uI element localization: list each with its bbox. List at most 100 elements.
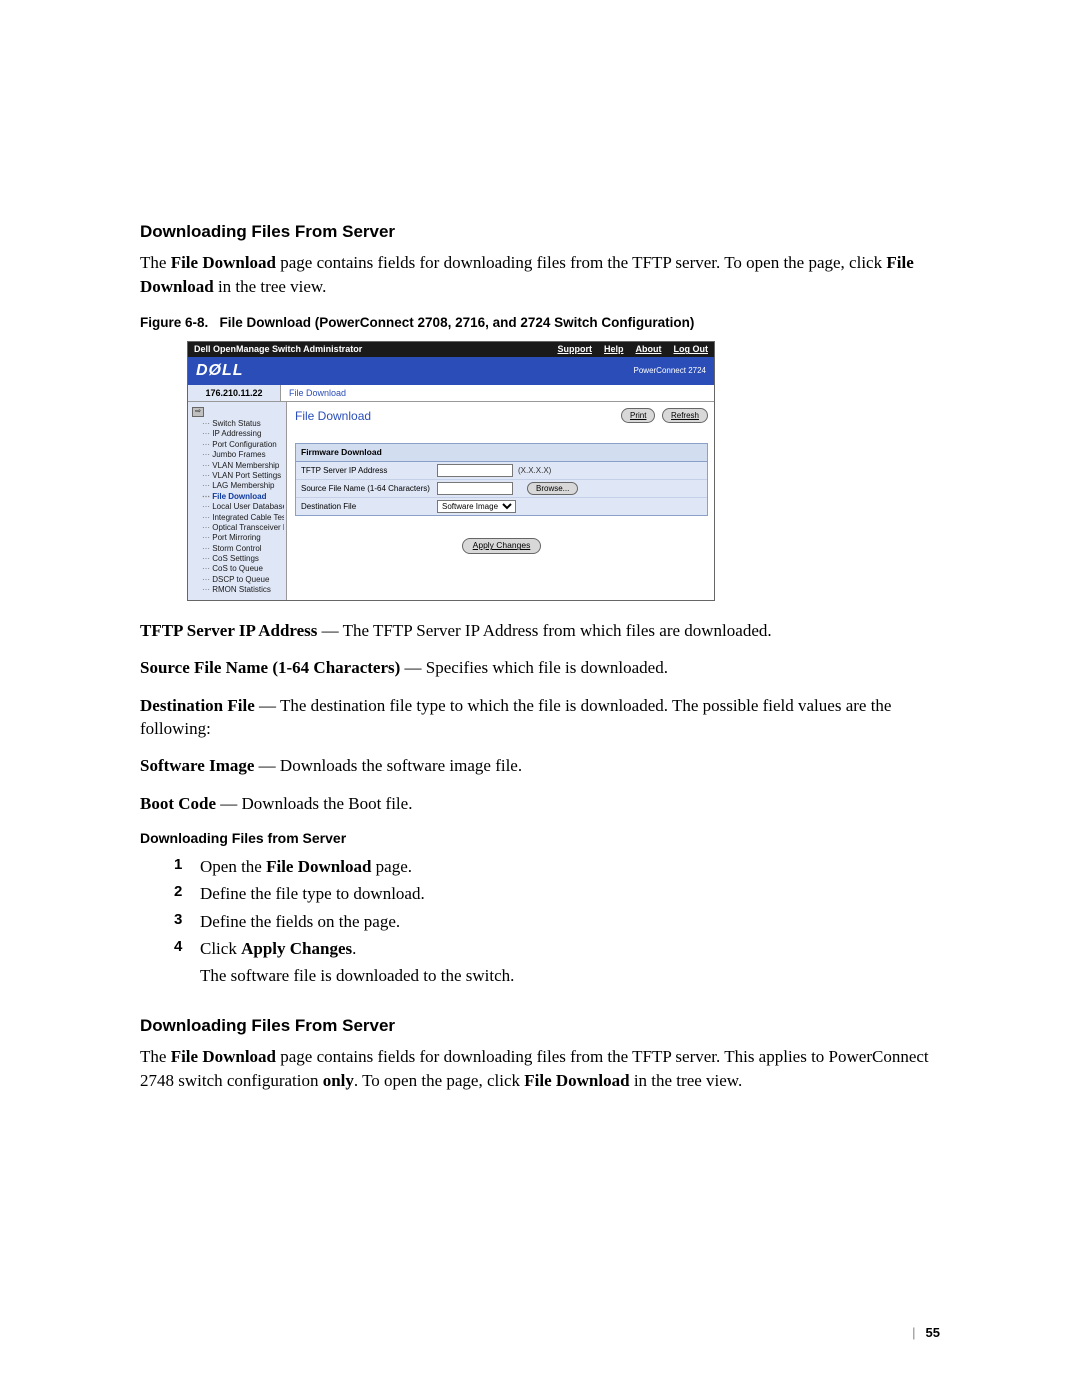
breadcrumb: File Download — [281, 385, 714, 401]
field-definition: Destination File — The destination file … — [140, 694, 940, 741]
figure-title: File Download (PowerConnect 2708, 2716, … — [220, 315, 695, 330]
source-file-input[interactable] — [437, 482, 513, 495]
text: page. — [371, 857, 412, 876]
text: Click — [200, 939, 241, 958]
text: Define the file type to download. — [200, 882, 425, 905]
definition: — Downloads the Boot file. — [216, 794, 412, 813]
procedure-steps: 1 Open the File Download page. 2 Define … — [174, 855, 940, 988]
text-bold: File Download — [171, 1047, 276, 1066]
term: Software Image — [140, 756, 254, 775]
definition: — The TFTP Server IP Address from which … — [317, 621, 771, 640]
firmware-download-panel: Firmware Download TFTP Server IP Address… — [295, 443, 708, 517]
definition: — Downloads the software image file. — [254, 756, 522, 775]
field-hint: (X.X.X.X) — [518, 465, 551, 476]
text: . — [352, 939, 356, 958]
tree-item[interactable]: IP Addressing — [192, 429, 284, 439]
form-row-destination-file: Destination File Software Image — [296, 498, 707, 515]
browse-button[interactable]: Browse... — [527, 482, 578, 495]
nav-logout-link[interactable]: Log Out — [674, 343, 709, 355]
section-heading: Downloading Files From Server — [140, 1014, 940, 1037]
text-bold: Apply Changes — [241, 939, 352, 958]
breadcrumb-row: 176.210.11.22 File Download — [188, 385, 714, 402]
term: TFTP Server IP Address — [140, 621, 317, 640]
form-row-source-file: Source File Name (1-64 Characters) Brows… — [296, 480, 707, 498]
panel-header: Firmware Download — [296, 444, 707, 463]
footer-divider: | — [912, 1325, 915, 1340]
figure-number: Figure 6-8. — [140, 315, 208, 330]
procedure-heading: Downloading Files from Server — [140, 829, 940, 848]
field-label: TFTP Server IP Address — [301, 465, 437, 476]
nav-tree: ⇨ Switch StatusIP AddressingPort Configu… — [188, 402, 287, 600]
page-number: 55 — [926, 1325, 940, 1340]
print-button[interactable]: Print — [621, 408, 655, 423]
text: page contains fields for downloading fil… — [276, 253, 886, 272]
step-number: 1 — [174, 855, 200, 878]
tree-item[interactable]: Port Mirroring — [192, 533, 284, 543]
term: Boot Code — [140, 794, 216, 813]
step: 3 Define the fields on the page. — [174, 910, 940, 933]
field-definition: TFTP Server IP Address — The TFTP Server… — [140, 619, 940, 642]
figure-caption: Figure 6-8. File Download (PowerConnect … — [140, 314, 940, 333]
text-bold: File Download — [524, 1071, 629, 1090]
tree-item[interactable]: LAG Membership — [192, 481, 284, 491]
text: in the tree view. — [630, 1071, 743, 1090]
document-page: Downloading Files From Server The File D… — [0, 0, 1080, 1397]
tree-item[interactable]: Local User Database — [192, 502, 284, 512]
step: 1 Open the File Download page. — [174, 855, 940, 878]
tree-item[interactable]: Optical Transceiver Dia — [192, 523, 284, 533]
nav-support-link[interactable]: Support — [557, 343, 592, 355]
refresh-button[interactable]: Refresh — [662, 408, 708, 423]
nav-about-link[interactable]: About — [636, 343, 662, 355]
tftp-ip-input[interactable] — [437, 464, 513, 477]
definition: — Specifies which file is downloaded. — [400, 658, 668, 677]
field-definition-sub: Boot Code — Downloads the Boot file. — [140, 792, 940, 815]
text-bold: only — [323, 1071, 354, 1090]
section-paragraph: The File Download page contains fields f… — [140, 1045, 940, 1092]
section-heading: Downloading Files From Server — [140, 220, 940, 243]
text: Open the — [200, 857, 266, 876]
text: Define the fields on the page. — [200, 910, 400, 933]
term: Source File Name (1-64 Characters) — [140, 658, 400, 677]
device-ip: 176.210.11.22 — [188, 385, 281, 401]
app-titlebar: Dell OpenManage Switch Administrator Sup… — [188, 342, 714, 357]
tree-item[interactable]: DSCP to Queue — [192, 575, 284, 585]
tree-item[interactable]: Storm Control — [192, 544, 284, 554]
tree-item[interactable]: Switch Status — [192, 419, 284, 429]
form-row-tftp-ip: TFTP Server IP Address (X.X.X.X) — [296, 462, 707, 480]
tree-item[interactable]: Integrated Cable Test — [192, 513, 284, 523]
step-number: 4 — [174, 937, 200, 960]
step: 4 Click Apply Changes. The software file… — [174, 937, 940, 988]
text-bold: File Download — [266, 857, 371, 876]
text: The — [140, 1047, 171, 1066]
field-definition: Source File Name (1-64 Characters) — Spe… — [140, 656, 940, 679]
tree-item[interactable]: CoS to Queue — [192, 564, 284, 574]
step-number: 3 — [174, 910, 200, 933]
brand-bar: DØLL PowerConnect 2724 — [188, 357, 714, 385]
tree-item[interactable]: Jumbo Frames — [192, 450, 284, 460]
tree-item[interactable]: CoS Settings — [192, 554, 284, 564]
text: The — [140, 253, 171, 272]
term: Destination File — [140, 696, 255, 715]
section-paragraph: The File Download page contains fields f… — [140, 251, 940, 298]
tree-item[interactable]: VLAN Port Settings — [192, 471, 284, 481]
nav-help-link[interactable]: Help — [604, 343, 624, 355]
text: . To open the page, click — [354, 1071, 524, 1090]
dell-logo: DØLL — [196, 360, 244, 382]
text: in the tree view. — [214, 277, 327, 296]
field-definition-sub: Software Image — Downloads the software … — [140, 754, 940, 777]
embedded-screenshot: Dell OpenManage Switch Administrator Sup… — [187, 341, 715, 601]
step: 2 Define the file type to download. — [174, 882, 940, 905]
destination-file-select[interactable]: Software Image — [437, 500, 516, 513]
tree-collapse-icon[interactable]: ⇨ — [192, 407, 204, 417]
field-label: Source File Name (1-64 Characters) — [301, 483, 437, 494]
tree-item[interactable]: Port Configuration — [192, 440, 284, 450]
tree-item[interactable]: File Download — [192, 492, 284, 502]
field-label: Destination File — [301, 501, 437, 512]
page-footer: | 55 — [912, 1324, 940, 1342]
text-bold: File Download — [171, 253, 276, 272]
apply-changes-button[interactable]: Apply Changes — [462, 538, 542, 554]
app-title: Dell OpenManage Switch Administrator — [188, 343, 551, 355]
tree-item[interactable]: VLAN Membership — [192, 461, 284, 471]
tree-item[interactable]: RMON Statistics — [192, 585, 284, 595]
content-panel: Print Refresh File Download Firmware Dow… — [287, 402, 714, 600]
